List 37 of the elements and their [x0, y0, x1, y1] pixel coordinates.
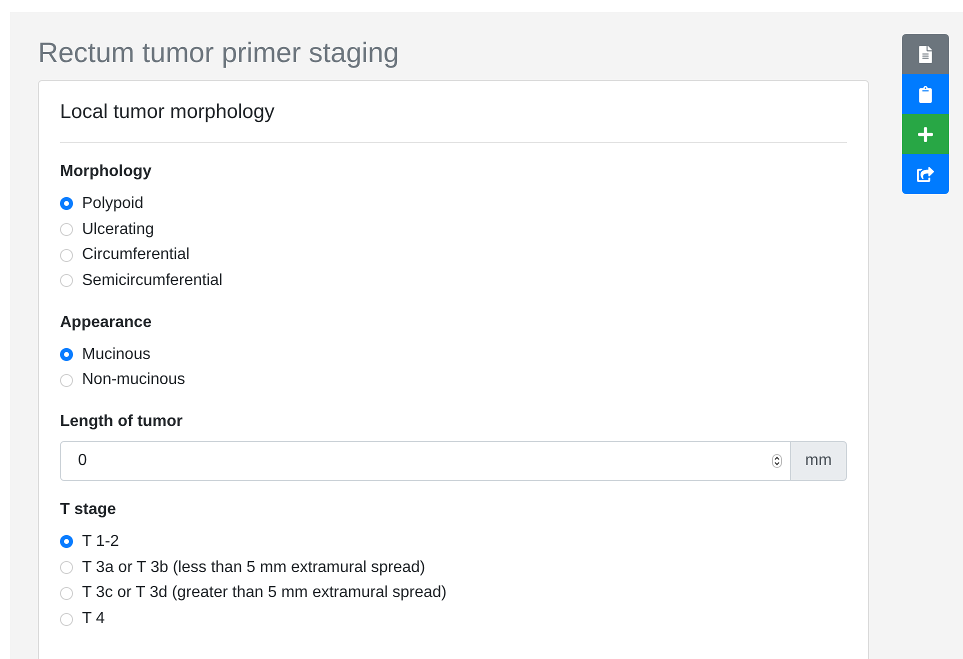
document-button[interactable] — [902, 34, 949, 74]
number-input-field[interactable]: 0 — [60, 441, 791, 482]
radio-button[interactable] — [60, 274, 73, 288]
radio-button[interactable] — [60, 348, 73, 362]
option-label[interactable]: Polypoid — [82, 194, 144, 213]
option-label[interactable]: Ulcerating — [82, 220, 154, 239]
option-label[interactable]: T 3c or T 3d (greater than 5 mm extramural spread) — [82, 584, 447, 602]
field-label: T stage — [60, 501, 118, 520]
radio-button[interactable] — [60, 248, 73, 262]
unit-label: mm — [791, 441, 847, 482]
field-label: Morphology — [60, 163, 153, 181]
document-icon — [917, 46, 934, 62]
field-label: Length of tumor — [60, 413, 184, 432]
radio-button[interactable] — [60, 561, 73, 574]
share-icon — [917, 166, 934, 182]
option-label[interactable]: T 3a or T 3b (less than 5 mm extramural spread) — [82, 558, 426, 577]
option-label[interactable]: T 1-2 — [82, 532, 120, 551]
share-button[interactable] — [902, 154, 949, 194]
page-title: Rectum tumor primer staging — [38, 36, 400, 70]
radio-button[interactable] — [60, 197, 73, 210]
radio-button[interactable] — [60, 612, 73, 626]
option-label[interactable]: Mucinous — [82, 346, 150, 364]
option-label[interactable]: Circumferential — [82, 246, 190, 264]
option-label[interactable]: T 4 — [82, 610, 105, 628]
radio-button[interactable] — [60, 535, 73, 548]
radio-button[interactable] — [60, 223, 73, 236]
plus-icon — [917, 126, 934, 142]
clipboard-icon — [917, 86, 934, 102]
spinner-icon[interactable] — [772, 454, 782, 468]
card-heading: Local tumor morphology — [60, 101, 847, 143]
field-label: Appearance — [60, 314, 153, 332]
radio-button[interactable] — [60, 374, 73, 387]
plus-button[interactable] — [902, 114, 949, 154]
option-label[interactable]: Semicircumferential — [82, 272, 222, 290]
radio-button[interactable] — [60, 586, 73, 600]
clipboard-button[interactable] — [902, 74, 949, 114]
option-label[interactable]: Non-mucinous — [82, 371, 186, 390]
